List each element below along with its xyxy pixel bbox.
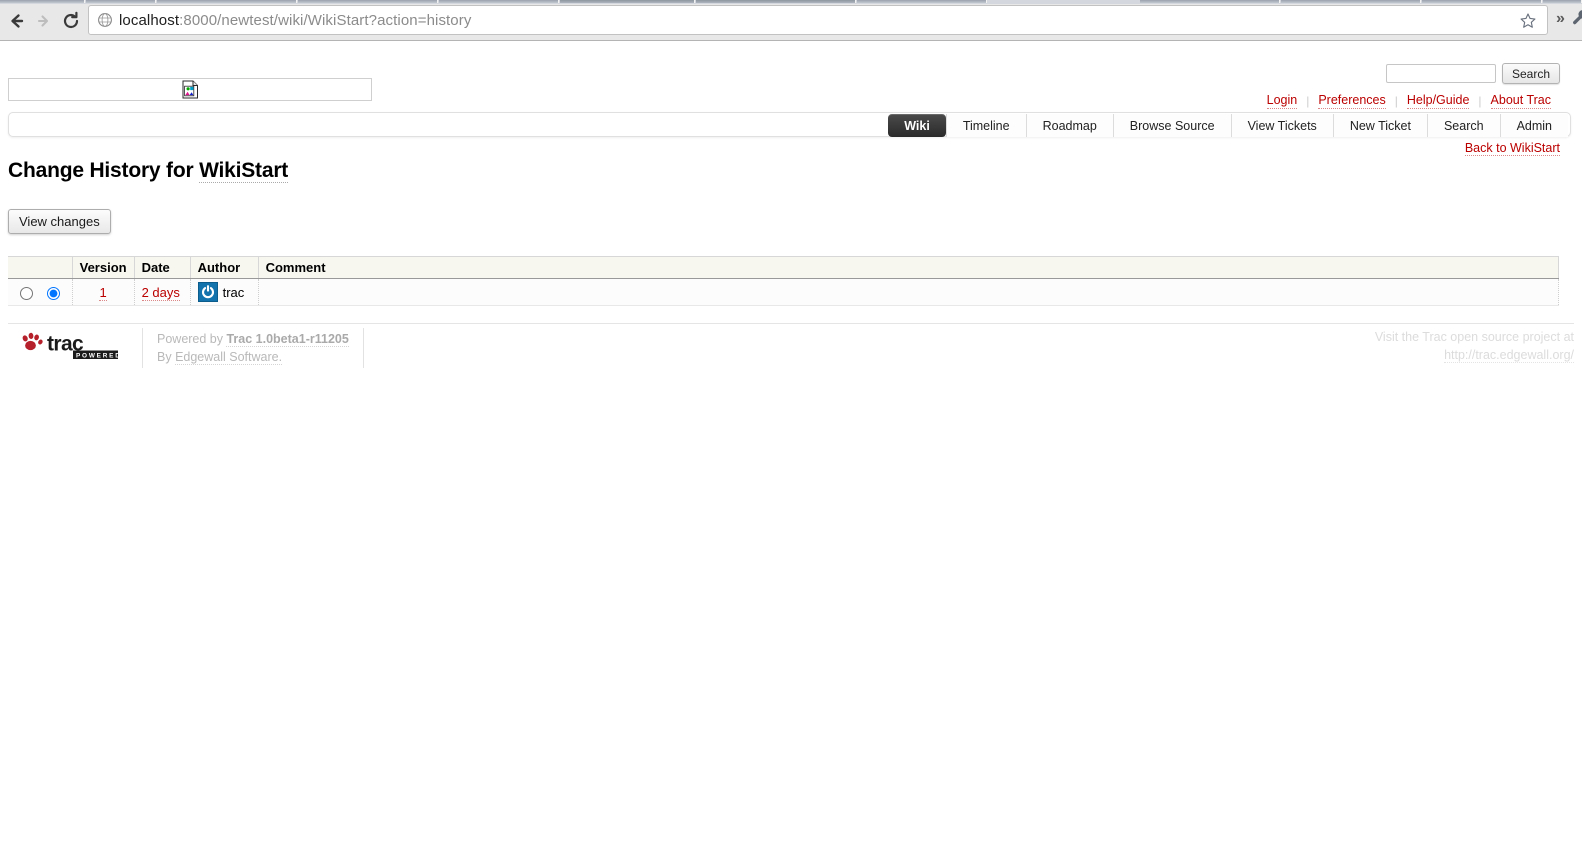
footer-credits: Powered by Trac 1.0beta1-r11205 By Edgew… (142, 328, 364, 369)
page-title: Change History for WikiStart (8, 159, 1574, 183)
mainnav-container: Wiki Timeline Roadmap Browse Source View… (8, 112, 1571, 137)
mainnav-item-new-ticket[interactable]: New Ticket (1332, 114, 1427, 137)
footer-by-prefix: By (157, 350, 176, 365)
trac-paw-logo-icon: trac POWERED (22, 333, 118, 359)
site-search: Search (1385, 63, 1560, 84)
new-version-radio[interactable] (46, 286, 60, 300)
arrow-left-icon (11, 14, 24, 28)
back-to-wikistart-link[interactable]: Back to WikiStart (1464, 141, 1560, 156)
power-symbol-avatar-icon (197, 282, 218, 302)
search-input[interactable] (1385, 64, 1496, 83)
column-header-author: Author (190, 256, 259, 279)
old-version-radio[interactable] (20, 286, 33, 300)
browser-forward-button[interactable] (31, 8, 57, 34)
column-header-select (8, 256, 73, 279)
reload-icon (63, 11, 79, 29)
mainnav-item-timeline[interactable]: Timeline (945, 114, 1026, 137)
browser-overflow-chevron-icon[interactable]: » (1556, 10, 1565, 28)
footer-trac-url-link[interactable]: http://trac.edgewall.org/ (1444, 348, 1574, 364)
column-header-comment: Comment (258, 256, 1560, 279)
version-link[interactable]: 1 (99, 284, 107, 301)
mainnav-item-roadmap[interactable]: Roadmap (1025, 114, 1113, 137)
trac-page: Search Login | Preferences | Help/Guide … (0, 41, 1582, 850)
wrench-icon[interactable] (1572, 9, 1582, 27)
trac-banner: Search Login | Preferences | Help/Guide … (0, 41, 1582, 109)
author-wrapper: trac (197, 282, 251, 302)
page-footer: trac POWERED Powered by Trac 1.0beta1-r1… (8, 323, 1574, 369)
footer-visit-text: Visit the Trac open source project at (1374, 330, 1574, 344)
search-button[interactable]: Search (1501, 63, 1560, 84)
table-header-row: Version Date Author Comment (8, 256, 1560, 279)
main-content: Change History for WikiStart View change… (8, 159, 1574, 306)
browser-tab-strip[interactable] (0, 0, 1582, 4)
row-select-cell (8, 278, 73, 306)
site-logo[interactable] (8, 78, 372, 101)
page-title-prefix: Change History for (8, 159, 200, 182)
browser-chrome: localhost:8000/newtest/wiki/WikiStart?ac… (0, 0, 1582, 41)
mainnav-item-wiki[interactable]: Wiki (888, 114, 946, 137)
author-name: trac (222, 284, 245, 300)
arrow-right-icon (37, 15, 49, 27)
mainnav-item-search[interactable]: Search (1426, 114, 1500, 137)
page-title-wiki-link[interactable]: WikiStart (199, 159, 288, 183)
browser-back-button[interactable] (4, 8, 30, 34)
star-icon[interactable] (1519, 12, 1537, 30)
globe-icon (98, 13, 112, 27)
metanav: Login | Preferences | Help/Guide | About… (1258, 93, 1560, 109)
trac-powered-logo[interactable]: trac POWERED (20, 328, 118, 360)
footer-powered-by-prefix: Powered by (157, 332, 227, 346)
table-body: 1 2 days trac (8, 278, 1560, 306)
row-version-cell: 1 (72, 278, 135, 306)
mainnav-item-view-tickets[interactable]: View Tickets (1230, 114, 1333, 137)
metanav-item-preferences[interactable]: Preferences (1318, 93, 1386, 109)
metanav-separator: | (1394, 94, 1398, 108)
row-comment-cell (258, 278, 1560, 306)
change-history-table: Version Date Author Comment 1 2 days tra… (8, 256, 1560, 306)
date-link[interactable]: 2 days (141, 284, 180, 301)
metanav-separator: | (1478, 94, 1482, 108)
browser-reload-button[interactable] (58, 8, 84, 34)
column-header-version: Version (72, 256, 135, 279)
footer-trac-version-link[interactable]: Trac 1.0beta1-r11205 (226, 332, 349, 347)
metanav-item-login[interactable]: Login (1266, 93, 1298, 109)
mainnav: Wiki Timeline Roadmap Browse Source View… (888, 114, 1568, 137)
table-header: Version Date Author Comment (8, 256, 1560, 279)
mainnav-item-browse-source[interactable]: Browse Source (1112, 114, 1231, 137)
contextual-nav: Back to WikiStart (1464, 141, 1560, 156)
address-bar-url: localhost:8000/newtest/wiki/WikiStart?ac… (119, 12, 471, 29)
footer-by-line: By Edgewall Software. (157, 348, 349, 366)
url-path: :8000/newtest/wiki/WikiStart?action=hist… (179, 11, 472, 29)
row-author-cell: trac (190, 278, 259, 306)
footer-powered-by-line: Powered by Trac 1.0beta1-r11205 (157, 330, 349, 348)
metanav-item-help-guide[interactable]: Help/Guide (1406, 93, 1470, 109)
row-date-cell: 2 days (134, 278, 191, 306)
svg-text:POWERED: POWERED (76, 352, 118, 359)
metanav-separator: | (1306, 94, 1310, 108)
table-row: 1 2 days trac (8, 278, 1560, 306)
broken-image-placeholder-icon (182, 80, 198, 99)
mainnav-item-admin[interactable]: Admin (1499, 114, 1568, 137)
metanav-item-about-trac[interactable]: About Trac (1490, 93, 1551, 109)
column-header-date: Date (134, 256, 191, 279)
address-bar[interactable]: localhost:8000/newtest/wiki/WikiStart?ac… (88, 5, 1548, 35)
footer-visit: Visit the Trac open source project at ht… (1375, 328, 1574, 364)
url-host: localhost (119, 11, 180, 29)
footer-edgewall-link[interactable]: Edgewall Software. (175, 350, 283, 366)
view-changes-button[interactable]: View changes (8, 209, 111, 234)
